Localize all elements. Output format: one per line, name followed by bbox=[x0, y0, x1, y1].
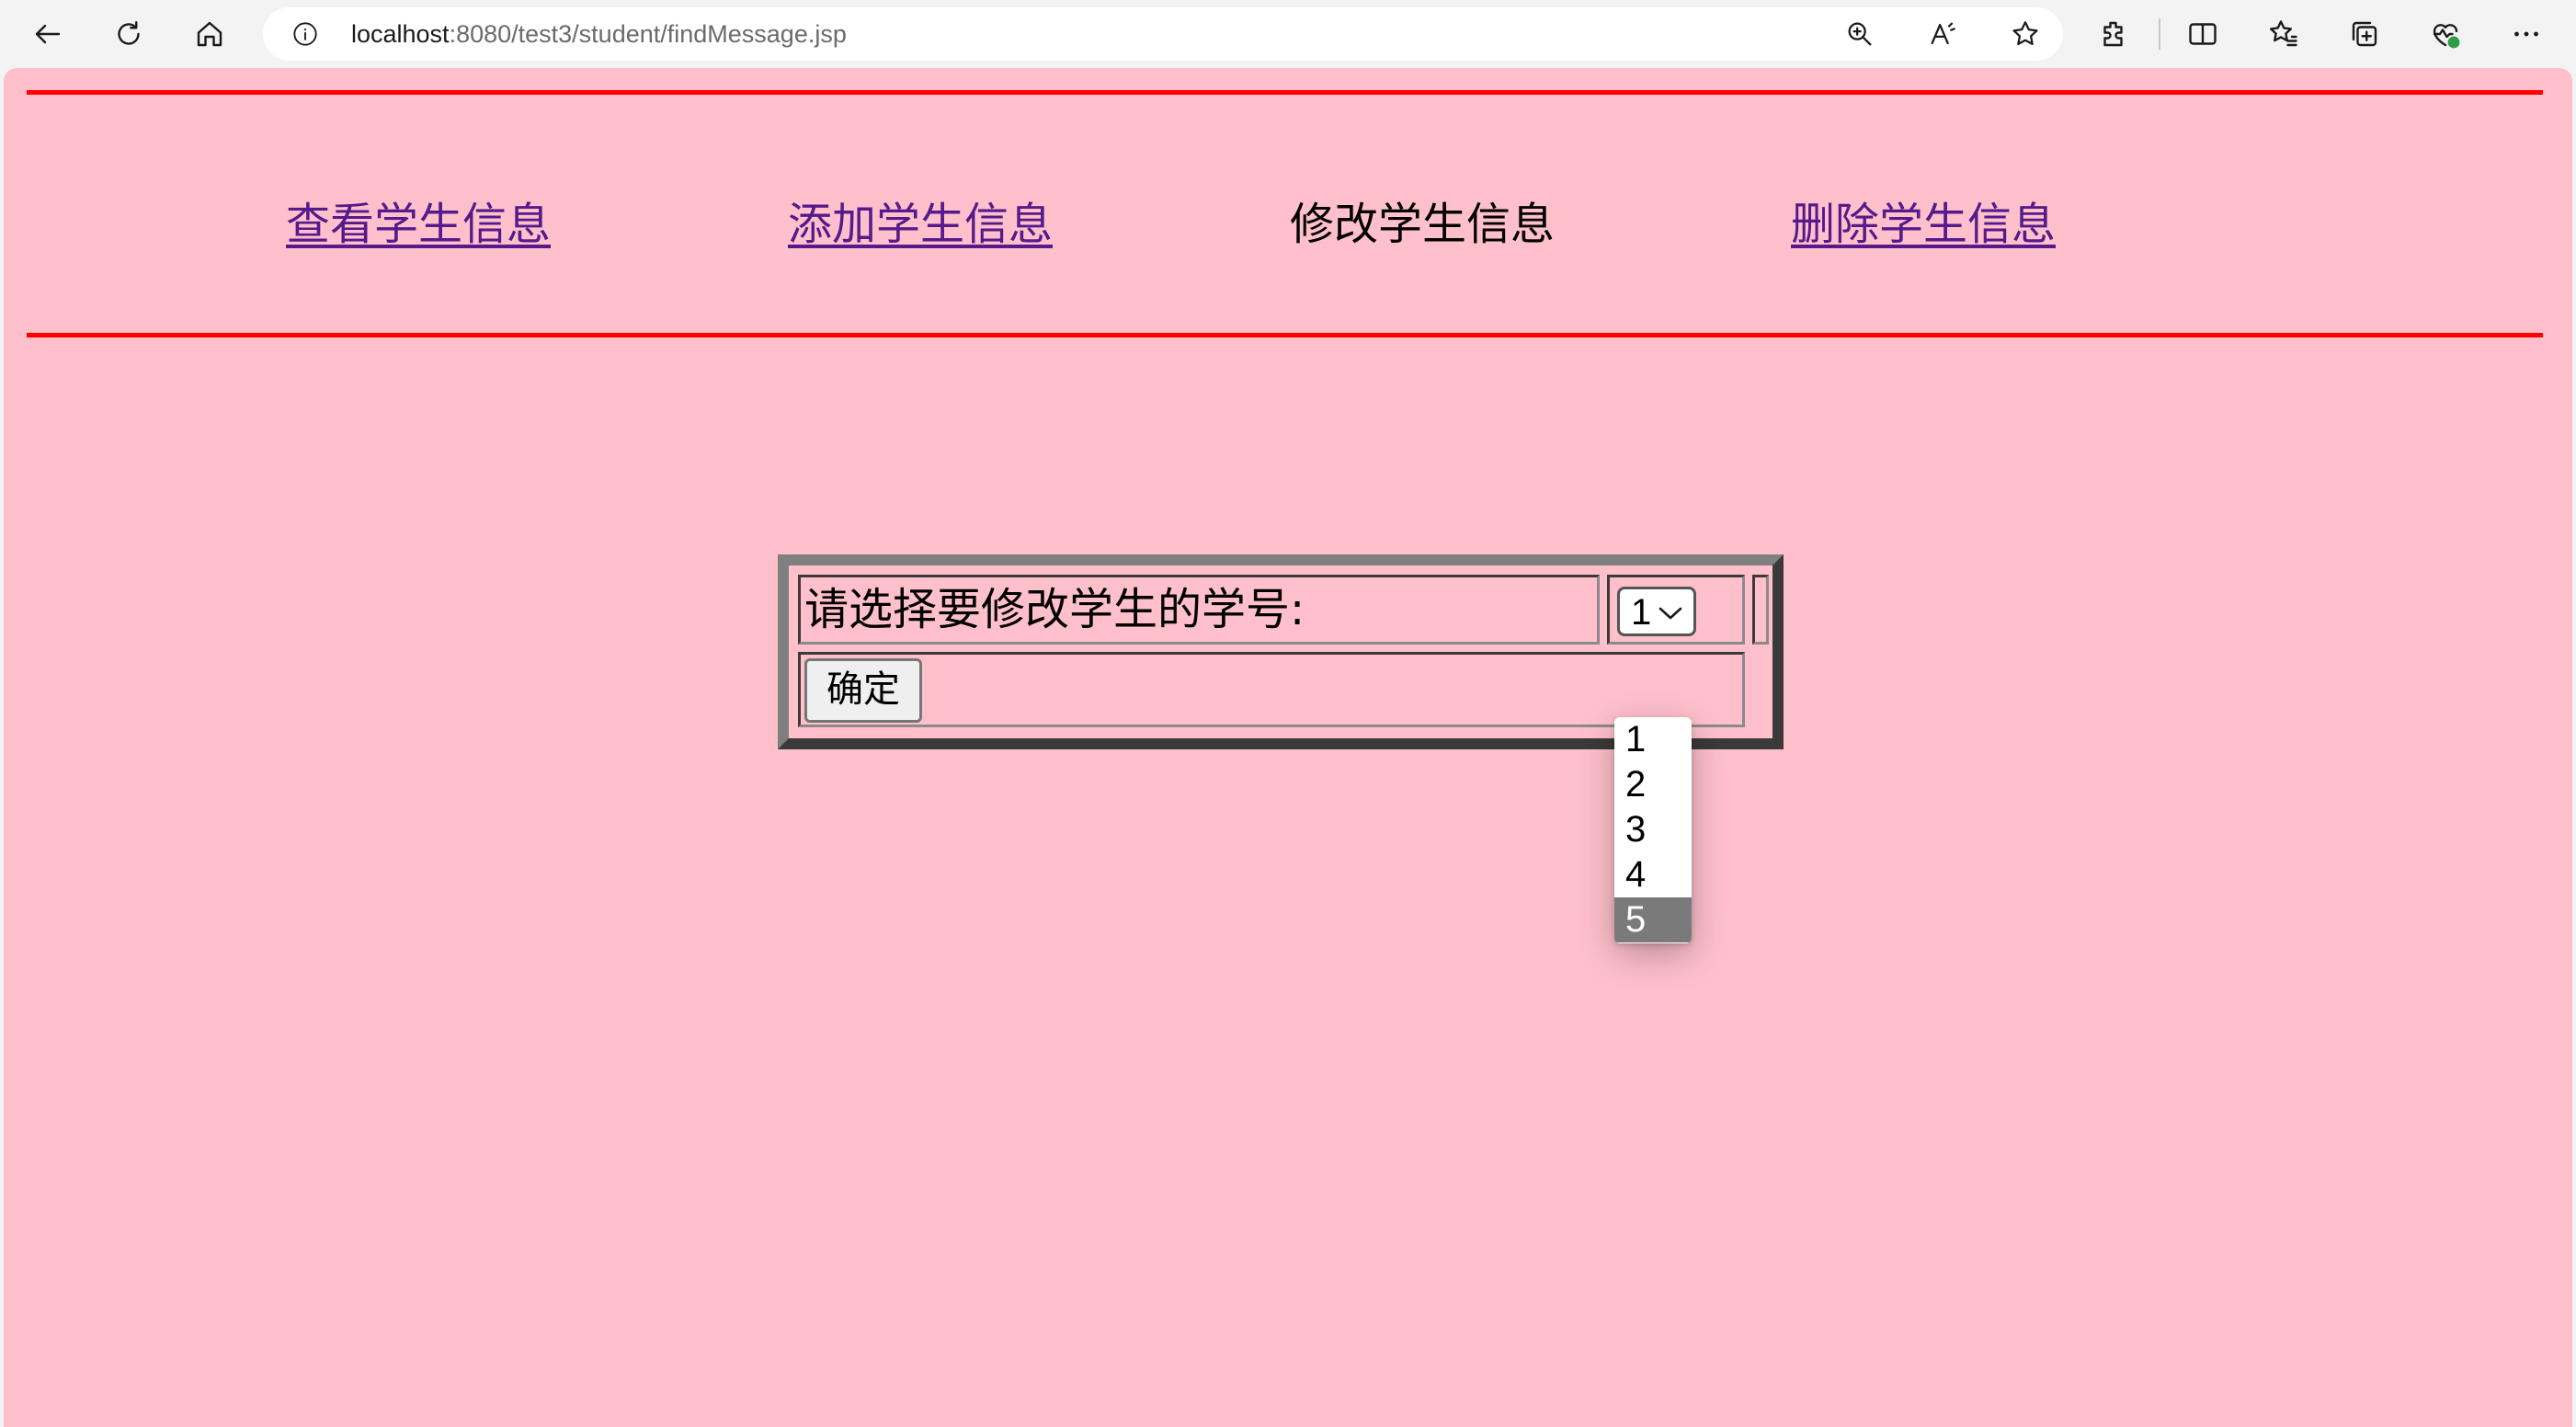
student-id-dropdown: 1 2 3 4 5 bbox=[1614, 717, 1692, 943]
favorites-icon[interactable] bbox=[2258, 8, 2309, 60]
nav-link-delete-student[interactable]: 删除学生信息 bbox=[1791, 186, 2056, 263]
read-aloud-icon[interactable] bbox=[1927, 18, 1958, 50]
refresh-icon[interactable] bbox=[103, 8, 154, 60]
extensions-icon[interactable] bbox=[2089, 8, 2140, 60]
student-id-option[interactable]: 2 bbox=[1614, 762, 1692, 807]
favorite-star-icon[interactable] bbox=[2010, 18, 2041, 50]
student-id-option-highlighted[interactable]: 5 bbox=[1614, 897, 1692, 942]
toolbar-separator bbox=[2159, 18, 2160, 50]
url-path: :8080/test3/student/findMessage.jsp bbox=[449, 20, 847, 48]
chevron-down-icon bbox=[1658, 607, 1682, 620]
site-info-icon[interactable] bbox=[292, 21, 318, 47]
home-icon[interactable] bbox=[184, 8, 235, 60]
address-bar[interactable]: localhost:8080/test3/student/findMessage… bbox=[263, 7, 2063, 61]
url-host: localhost bbox=[351, 20, 450, 48]
prompt-cell: 请选择要修改学生的学号: bbox=[798, 575, 1600, 645]
browser-toolbar: localhost:8080/test3/student/findMessage… bbox=[0, 0, 2576, 68]
split-screen-icon[interactable] bbox=[2177, 8, 2228, 60]
nav-link-add-student[interactable]: 添加学生信息 bbox=[788, 186, 1053, 263]
back-icon[interactable] bbox=[22, 8, 74, 60]
student-id-select[interactable]: 1 bbox=[1617, 587, 1696, 636]
collections-icon[interactable] bbox=[2339, 8, 2390, 60]
confirm-button[interactable]: 确定 bbox=[804, 658, 922, 723]
student-id-option[interactable]: 1 bbox=[1614, 717, 1692, 762]
empty-cell bbox=[1752, 575, 1769, 645]
browser-essentials-icon[interactable] bbox=[2420, 8, 2471, 60]
nav-link-view-students[interactable]: 查看学生信息 bbox=[286, 186, 551, 263]
student-id-select-value: 1 bbox=[1631, 592, 1652, 633]
select-cell: 1 bbox=[1607, 575, 1745, 645]
url-text: localhost:8080/test3/student/findMessage… bbox=[351, 7, 847, 61]
student-id-prompt: 请选择要修改学生的学号: bbox=[804, 584, 1305, 635]
submit-cell: 确定 bbox=[798, 652, 1745, 727]
student-id-option[interactable]: 3 bbox=[1614, 807, 1692, 852]
nav-current-edit-student: 修改学生信息 bbox=[1290, 199, 1556, 250]
student-id-option[interactable]: 4 bbox=[1614, 852, 1692, 897]
more-options-icon[interactable] bbox=[2501, 8, 2552, 60]
bottom-rule bbox=[27, 333, 2543, 337]
zoom-icon[interactable] bbox=[1844, 18, 1875, 50]
top-rule bbox=[27, 90, 2543, 95]
